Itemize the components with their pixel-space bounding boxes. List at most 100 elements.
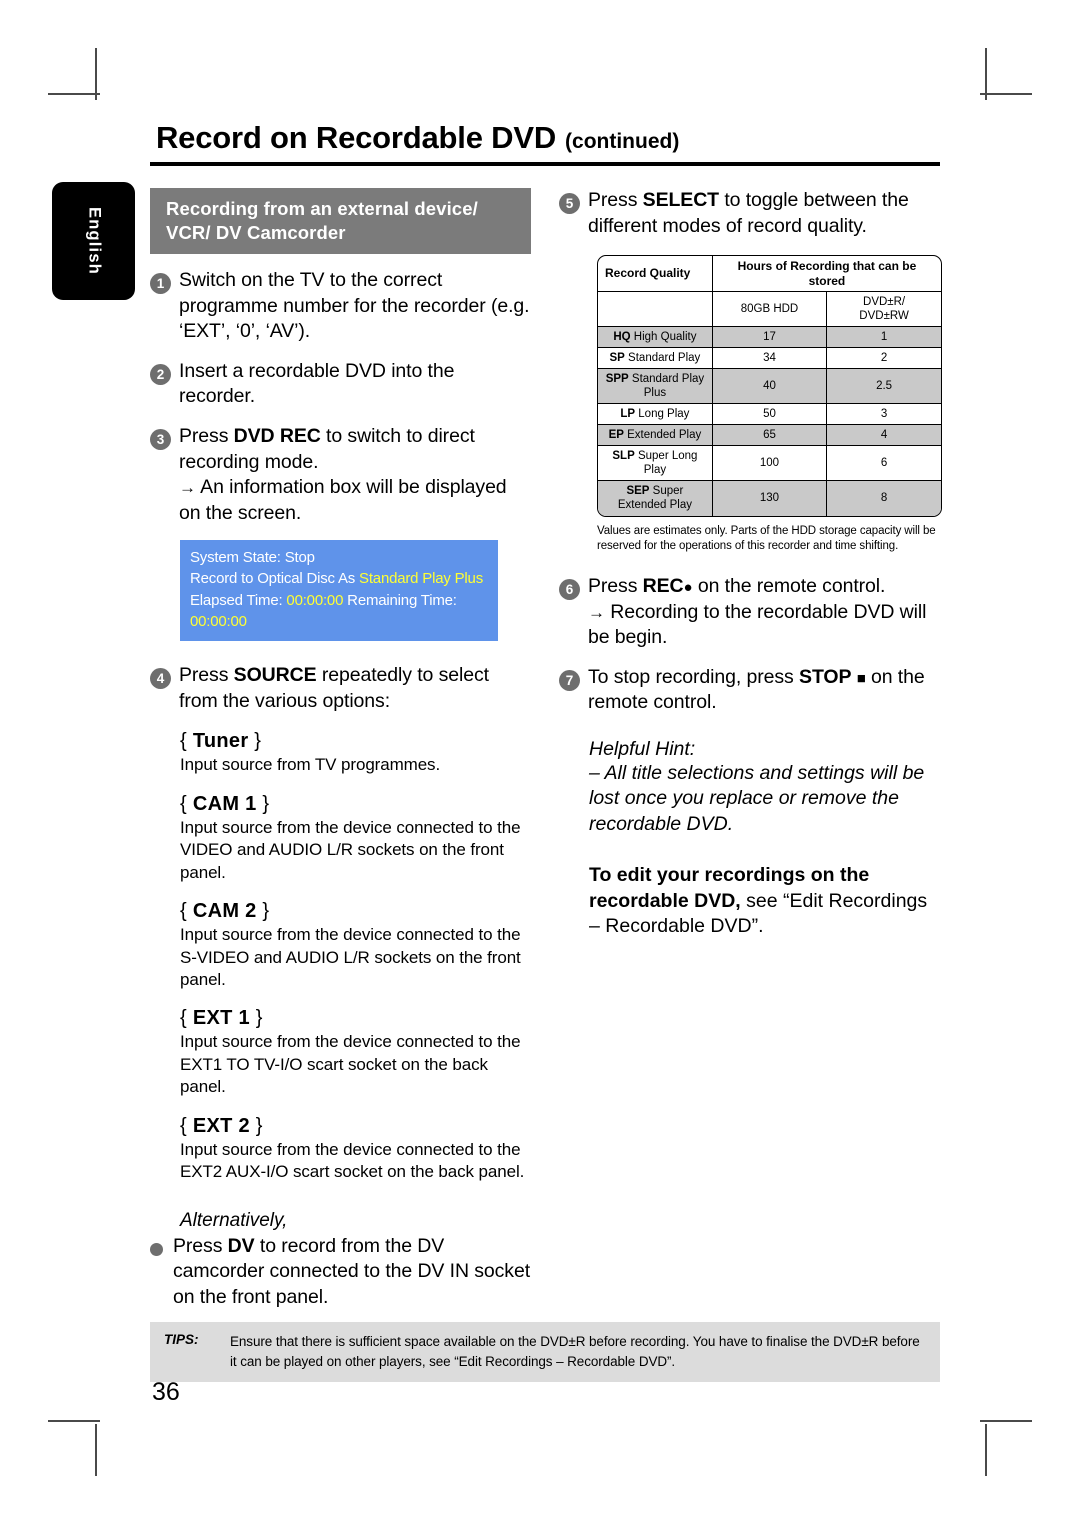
osd-record-mode-prefix: Record to Optical Disc As [190,570,360,588]
source-option-name: Tuner [192,730,249,753]
page-title-main: Record on Recordable DVD [156,120,557,155]
quality-name: Extended Play [623,429,702,442]
step-number-badge: 7 [559,669,580,691]
arrow-right-icon: → [179,478,196,498]
table-cell-dvd: 6 [826,445,941,482]
step-1-text: Switch on the TV to the correct programm… [179,269,530,343]
table-cell-dvd: 4 [826,424,941,447]
table-cell-dvd: 3 [826,403,941,426]
right-column: 5 Press SELECT to toggle between the dif… [559,188,942,1310]
page-title: Record on Recordable DVD (continued) [150,120,940,156]
table-header-hours: Hours of Recording that can be stored [711,256,941,293]
osd-info-box: System State: Stop Record to Optical Dis… [180,540,498,642]
quality-name: High Quality [630,331,697,344]
step-number-badge: 6 [559,579,580,601]
table-cell-hdd: 40 [711,368,828,405]
table-cell-dvd: 2.5 [826,368,941,405]
table-row: SPP Standard Play Plus 40 2.5 [598,368,941,405]
step-7: 7 To stop recording, press STOP ■ on the… [559,665,940,716]
source-option-desc: Input source from the device connected t… [180,1139,525,1182]
table-subheader-row: 80GB HDD DVD±R/ DVD±RW [598,291,941,328]
stop-square-icon: ■ [856,669,866,687]
table-row: EP Extended Play 65 4 [598,424,941,447]
page-title-continued: (continued) [565,130,680,153]
table-subheader-hdd: 80GB HDD [711,291,828,328]
step-6-text-after: on the remote control. [692,575,886,598]
source-option-ext1: { EXT 1 } Input source from the device c… [180,1007,531,1098]
source-option-title: { Tuner } [180,730,262,753]
step-5-text-before: Press [588,189,643,211]
quality-name: Long Play [635,408,690,421]
source-option-desc: Input source from TV programmes. [180,755,441,775]
edit-recordings-note: To edit your recordings on the recordabl… [589,863,940,940]
step-3-text: Press DVD REC to switch to direct record… [179,424,531,526]
tips-text: Ensure that there is sufficient space av… [230,1334,920,1369]
osd-elapsed-label: Elapsed Time: [190,591,287,609]
quality-abbr: EP [608,429,624,442]
step-5: 5 Press SELECT to toggle between the dif… [559,188,940,239]
alt-text-before: Press [173,1234,228,1257]
quality-abbr: HQ [613,331,631,344]
crop-mark-bottom-right-horizontal [980,1420,1032,1422]
table-cell-quality: HQ High Quality [598,326,713,349]
tips-footer: TIPS: Ensure that there is sufficient sp… [150,1322,940,1383]
alternatively-label: Alternatively, [180,1209,288,1231]
step-number-badge: 3 [150,429,171,450]
source-option-title: { EXT 2 } [180,1114,263,1137]
step-4: 4 Press SOURCE repeatedly to select from… [150,663,531,714]
table-cell-dvd: 8 [826,480,941,516]
source-option-desc: Input source from the device connected t… [180,925,521,989]
table-subheader-dvd: DVD±R/ DVD±RW [826,291,941,328]
step-3: 3 Press DVD REC to switch to direct reco… [150,424,531,526]
step-7-text-before: To stop recording, press [588,665,800,688]
source-option-name: EXT 1 [192,1007,250,1030]
source-option-ext2: { EXT 2 } Input source from the device c… [180,1115,531,1184]
osd-record-mode: Record to Optical Disc As Standard Play … [190,568,488,589]
alternatively-step: Press DV to record from the DV camcorder… [150,1234,531,1311]
content-columns: Recording from an external device/ VCR/ … [150,188,942,1311]
step-4-keyword: SOURCE [233,664,317,687]
step-3-text-before: Press [179,425,234,447]
crop-mark-bottom-left-horizontal [48,1420,100,1422]
step-number-badge: 1 [150,273,171,295]
bullet-dot-icon [150,1242,163,1256]
crop-mark-top-left-horizontal [48,93,100,95]
table-row: SP Standard Play 34 2 [598,347,941,370]
table-cell-quality: SP Standard Play [598,347,713,370]
arrow-right-icon: → [588,602,605,622]
table-cell-quality: EP Extended Play [598,424,713,447]
osd-elapsed-value: 00:00:00 [286,591,344,609]
language-tab-english: English [52,182,135,300]
osd-times: Elapsed Time: 00:00:00 Remaining Time: 0… [190,590,488,633]
alt-keyword: DV [227,1234,255,1257]
step-6-result: → Recording to the recordable DVD will b… [588,600,940,651]
step-3-result-text: An information box will be displayed on … [179,476,507,524]
table-cell-hdd: 130 [711,480,828,516]
table-header-record-quality: Record Quality [598,256,713,293]
step-5-keyword: SELECT [642,189,719,211]
step-5-text: Press SELECT to toggle between the diffe… [588,188,940,239]
source-option-name: EXT 2 [192,1114,250,1137]
source-option-cam1: { CAM 1 } Input source from the device c… [180,793,531,884]
quality-abbr: SPP [605,373,629,386]
manual-page: English Record on Recordable DVD (contin… [52,120,942,1430]
quality-name: Super Long Play [634,450,698,477]
table-cell-hdd: 17 [711,326,828,349]
source-option-title: { CAM 2 } [180,900,270,923]
helpful-hint-body: – All title selections and settings will… [589,761,925,835]
table-cell-quality: LP Long Play [598,403,713,426]
page-number: 36 [152,1378,180,1406]
step-6-text: Press REC● on the remote control. → Reco… [588,574,940,651]
step-2-text: Insert a recordable DVD into the recorde… [179,359,455,408]
helpful-hint-title: Helpful Hint: [589,737,696,760]
table-row: HQ High Quality 17 1 [598,326,941,349]
table-cell-dvd: 2 [826,347,941,370]
record-dot-icon: ● [683,579,693,597]
step-number-badge: 5 [559,193,580,214]
step-7-text: To stop recording, press STOP ■ on the r… [588,665,940,716]
title-divider [150,162,940,166]
step-7-keyword: STOP [799,665,852,688]
crop-mark-top-right-horizontal [980,93,1032,95]
source-option-tuner: { Tuner } Input source from TV programme… [180,730,531,776]
source-option-desc: Input source from the device connected t… [180,1032,521,1097]
